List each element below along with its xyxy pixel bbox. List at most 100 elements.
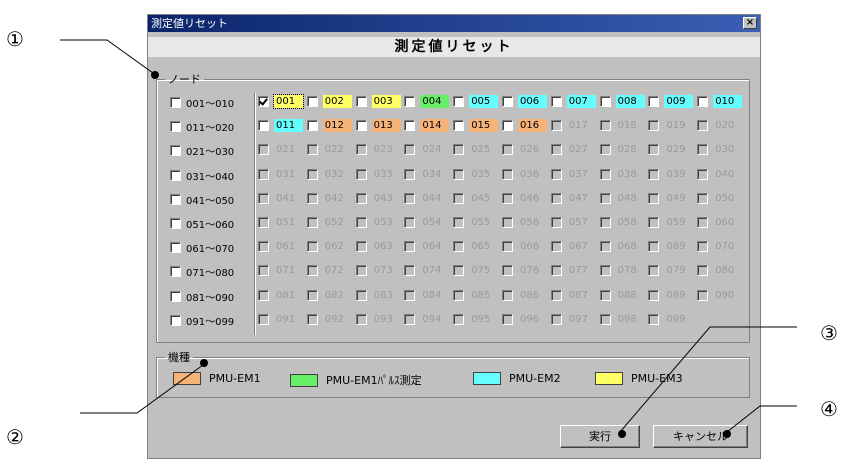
node-checkbox[interactable]: 003 — [355, 95, 401, 108]
node-checkbox[interactable]: 008 — [599, 95, 645, 108]
node-label: 037 — [568, 168, 588, 180]
row-checkbox-box[interactable] — [170, 314, 181, 326]
node-checkbox[interactable]: 004 — [404, 95, 450, 108]
close-button[interactable]: × — [743, 17, 757, 29]
model-legend-item: PMU-EM3 — [595, 372, 683, 385]
node-checkbox-box — [404, 265, 416, 277]
node-checkbox-box — [648, 144, 660, 156]
row-checkbox-box[interactable] — [170, 121, 181, 133]
node-checkbox-box[interactable] — [502, 120, 513, 132]
node-checkbox-box[interactable] — [453, 120, 465, 132]
node-checkbox[interactable]: 001 — [258, 94, 304, 109]
node-checkbox[interactable]: 012 — [306, 119, 352, 133]
node-checkbox: 058 — [599, 216, 645, 229]
node-label: 021 — [276, 144, 296, 156]
node-checkbox-box — [697, 289, 709, 301]
node-checkbox[interactable]: 011 — [258, 119, 303, 133]
node-checkbox-box — [502, 192, 513, 204]
node-checkbox-box[interactable] — [404, 96, 416, 107]
node-checkbox: 066 — [502, 240, 547, 253]
row-checkbox-box[interactable] — [170, 169, 181, 181]
node-label: 073 — [373, 265, 393, 277]
node-checkbox: 074 — [404, 264, 449, 277]
node-checkbox-box — [502, 168, 513, 180]
node-checkbox-box[interactable] — [502, 96, 513, 107]
node-checkbox-box — [355, 289, 367, 301]
node-checkbox: 065 — [453, 240, 498, 253]
node-checkbox-box — [599, 265, 611, 277]
row-checkbox-box[interactable] — [170, 242, 181, 254]
node-checkbox[interactable]: 009 — [648, 95, 694, 108]
row-select-checkbox[interactable]: 041～050 — [170, 192, 234, 207]
model-group-label: 機種 — [168, 351, 190, 364]
node-checkbox-box[interactable] — [550, 96, 562, 107]
node-checkbox[interactable]: 014 — [404, 119, 450, 133]
node-checkbox-box — [648, 265, 660, 277]
node-label: 072 — [324, 265, 344, 277]
node-checkbox: 080 — [697, 264, 742, 277]
node-label: 045 — [471, 192, 491, 204]
cancel-button[interactable]: キャンセル — [653, 425, 748, 448]
node-label: 096 — [520, 313, 540, 325]
node-checkbox: 078 — [599, 264, 645, 277]
execute-button[interactable]: 実行 — [560, 425, 640, 448]
row-select-checkbox[interactable]: 091～099 — [170, 313, 234, 328]
node-checkbox-box[interactable] — [355, 96, 367, 107]
node-label: 034 — [422, 168, 442, 180]
node-checkbox-box[interactable] — [355, 120, 367, 132]
node-checkbox: 068 — [599, 240, 645, 253]
row-checkbox-box[interactable] — [170, 290, 181, 302]
node-label: 043 — [373, 192, 393, 204]
node-checkbox-box — [502, 289, 513, 301]
node-label: 075 — [471, 265, 491, 277]
node-checkbox: 057 — [550, 216, 596, 229]
node-checkbox-box[interactable] — [404, 120, 416, 132]
row-checkbox-box[interactable] — [170, 193, 181, 205]
node-label: 024 — [422, 144, 442, 156]
row-select-checkbox[interactable]: 061～070 — [170, 240, 234, 255]
node-checkbox: 025 — [453, 143, 498, 156]
row-checkbox-box[interactable] — [170, 266, 181, 278]
row-checkbox-box[interactable] — [170, 145, 181, 157]
node-label: 036 — [520, 168, 540, 180]
node-checkbox[interactable]: 010 — [697, 95, 743, 108]
node-checkbox[interactable]: 002 — [306, 95, 352, 108]
node-checkbox-box[interactable] — [306, 96, 318, 107]
node-checkbox-box — [648, 217, 660, 228]
node-checkbox[interactable]: 005 — [453, 95, 499, 108]
node-label: 011 — [274, 119, 303, 133]
node-checkbox-box[interactable] — [258, 120, 269, 132]
node-checkbox-box — [355, 144, 367, 156]
node-checkbox-box[interactable] — [258, 96, 269, 107]
row-select-checkbox[interactable]: 001～010 — [170, 95, 234, 110]
row-select-checkbox[interactable]: 051～060 — [170, 216, 234, 231]
node-label: 032 — [324, 168, 344, 180]
node-checkbox-box[interactable] — [697, 96, 709, 107]
row-select-checkbox[interactable]: 081～090 — [170, 289, 234, 304]
row-checkbox-box[interactable] — [170, 218, 181, 229]
node-checkbox[interactable]: 006 — [502, 95, 547, 108]
node-checkbox: 053 — [355, 216, 401, 229]
node-checkbox-box — [306, 168, 318, 180]
node-checkbox: 047 — [550, 192, 596, 205]
node-checkbox[interactable]: 015 — [453, 119, 499, 133]
node-checkbox-box[interactable] — [306, 120, 318, 132]
node-label: 009 — [664, 95, 694, 108]
node-checkbox[interactable]: 007 — [550, 95, 596, 108]
node-checkbox[interactable]: 016 — [502, 119, 547, 133]
row-select-checkbox[interactable]: 071～080 — [170, 264, 234, 279]
row-select-checkbox[interactable]: 011～020 — [170, 119, 234, 134]
node-label: 076 — [520, 265, 540, 277]
row-select-checkbox[interactable]: 021～030 — [170, 143, 234, 158]
node-checkbox: 050 — [697, 192, 742, 205]
node-checkbox-box[interactable] — [648, 96, 660, 107]
color-swatch — [473, 372, 501, 385]
node-label: 019 — [666, 120, 686, 132]
node-checkbox[interactable]: 013 — [355, 119, 401, 133]
node-checkbox-box[interactable] — [453, 96, 465, 107]
row-checkbox-box[interactable] — [170, 97, 181, 108]
node-checkbox: 059 — [648, 216, 693, 229]
dialog-heading: 測定値リセット — [148, 37, 760, 57]
row-select-checkbox[interactable]: 031～040 — [170, 168, 234, 183]
node-checkbox-box[interactable] — [599, 96, 611, 107]
